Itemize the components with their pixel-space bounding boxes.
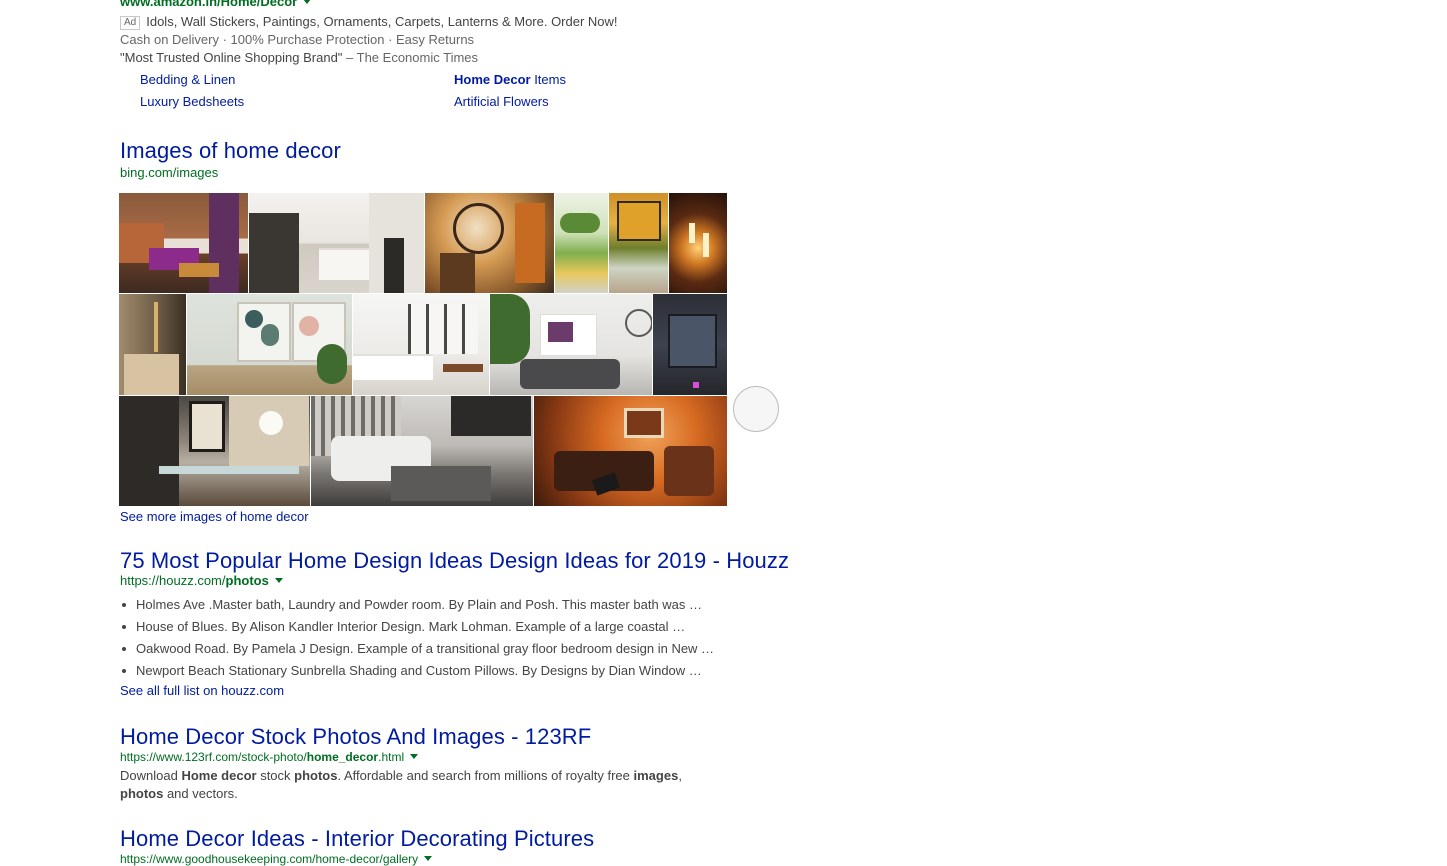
result-houzz-title[interactable]: 75 Most Popular Home Design Ideas Design…: [120, 548, 789, 574]
image-tile[interactable]: [555, 193, 608, 293]
result-123rf-snippet: Download Home decor stock photos. Afford…: [120, 767, 720, 803]
sitelink-home-decor-rest[interactable]: Items: [531, 72, 566, 87]
image-tile[interactable]: [119, 294, 186, 395]
see-full-list-link[interactable]: See all full list on houzz.com: [120, 683, 284, 698]
image-tile[interactable]: [119, 193, 248, 293]
image-tile[interactable]: [425, 193, 554, 293]
ad-review: "Most Trusted Online Shopping Brand" – T…: [120, 50, 478, 65]
result-houzz-url-prefix[interactable]: https://houzz.com/: [120, 573, 226, 588]
sitelink-home-decor-items[interactable]: Home Decor Items: [454, 72, 566, 87]
result-123rf-url[interactable]: https://www.123rf.com/stock-photo/home_d…: [120, 750, 419, 764]
image-tile[interactable]: [119, 396, 310, 506]
image-tile[interactable]: [534, 396, 727, 506]
ad-badge: Ad: [120, 16, 141, 30]
ad-review-source: – The Economic Times: [342, 50, 479, 65]
snippet-text: ,: [678, 768, 682, 783]
list-item: Holmes Ave .Master bath, Laundry and Pow…: [120, 594, 740, 616]
result-houzz-url-bold[interactable]: photos: [226, 573, 269, 588]
result-123rf-url-prefix[interactable]: https://www.123rf.com/stock-photo/: [120, 750, 307, 764]
image-tile[interactable]: [490, 294, 652, 395]
snippet-text: and vectors.: [163, 786, 238, 801]
snippet-text: stock: [256, 768, 295, 783]
result-houzz-dropdown-icon[interactable]: [274, 578, 283, 584]
search-results-page: www.amazon.in/Home/Decor Ad Idols, Wall S…: [0, 0, 1447, 866]
result-goodhousekeeping-url-text[interactable]: https://www.goodhousekeeping.com/home-de…: [120, 852, 418, 866]
sitelink-artificial-flowers[interactable]: Artificial Flowers: [454, 94, 549, 109]
snippet-text: Download: [120, 768, 182, 783]
result-123rf-url-suffix[interactable]: .html: [378, 750, 404, 764]
sitelink-bedding-linen[interactable]: Bedding & Linen: [140, 72, 235, 87]
snippet-text: . Affordable and search from millions of…: [337, 768, 634, 783]
result-goodhousekeeping-url[interactable]: https://www.goodhousekeeping.com/home-de…: [120, 852, 433, 866]
cursor-indicator: [733, 386, 779, 432]
result-123rf-title[interactable]: Home Decor Stock Photos And Images - 123…: [120, 724, 591, 750]
list-item: House of Blues. By Alison Kandler Interi…: [120, 616, 740, 638]
see-more-images-link[interactable]: See more images of home decor: [120, 509, 309, 524]
result-123rf-dropdown-icon[interactable]: [410, 754, 419, 760]
snippet-bold: images: [633, 768, 679, 783]
ad-description: Ad Idols, Wall Stickers, Paintings, Ornam…: [120, 14, 618, 30]
list-item: Newport Beach Stationary Sunbrella Shadi…: [120, 660, 740, 682]
result-houzz-url[interactable]: https://houzz.com/photos: [120, 573, 283, 588]
image-tile[interactable]: [669, 193, 727, 293]
ad-url-text[interactable]: www.amazon.in/Home/Decor: [120, 0, 297, 9]
ad-review-quote: "Most Trusted Online Shopping Brand": [120, 50, 343, 65]
sitelink-luxury-bedsheets[interactable]: Luxury Bedsheets: [140, 94, 244, 109]
ad-url-dropdown-icon[interactable]: [303, 0, 312, 5]
images-section-title[interactable]: Images of home decor: [120, 138, 341, 164]
result-goodhousekeeping-dropdown-icon[interactable]: [424, 856, 433, 862]
images-section-source[interactable]: bing.com/images: [120, 165, 218, 180]
image-tile[interactable]: [653, 294, 727, 395]
image-tile[interactable]: [311, 396, 533, 506]
result-123rf-url-bold[interactable]: home_decor: [307, 750, 378, 764]
snippet-bold: photos: [120, 786, 164, 801]
snippet-bold: Home decor: [181, 768, 257, 783]
image-tile[interactable]: [249, 193, 424, 293]
ad-url[interactable]: www.amazon.in/Home/Decor: [120, 0, 312, 9]
result-houzz-bullets: Holmes Ave .Master bath, Laundry and Pow…: [120, 594, 740, 682]
image-tile[interactable]: [187, 294, 352, 395]
ad-description-text: Idols, Wall Stickers, Paintings, Ornamen…: [146, 14, 618, 29]
list-item: Oakwood Road. By Pamela J Design. Exampl…: [120, 638, 740, 660]
sitelink-home-decor-bold[interactable]: Home Decor: [454, 72, 531, 87]
result-goodhousekeeping-title[interactable]: Home Decor Ideas - Interior Decorating P…: [120, 826, 594, 852]
ad-features: Cash on Delivery · 100% Purchase Protect…: [120, 32, 475, 47]
snippet-bold: photos: [294, 768, 338, 783]
image-tile[interactable]: [609, 193, 668, 293]
image-tile[interactable]: [353, 294, 489, 395]
